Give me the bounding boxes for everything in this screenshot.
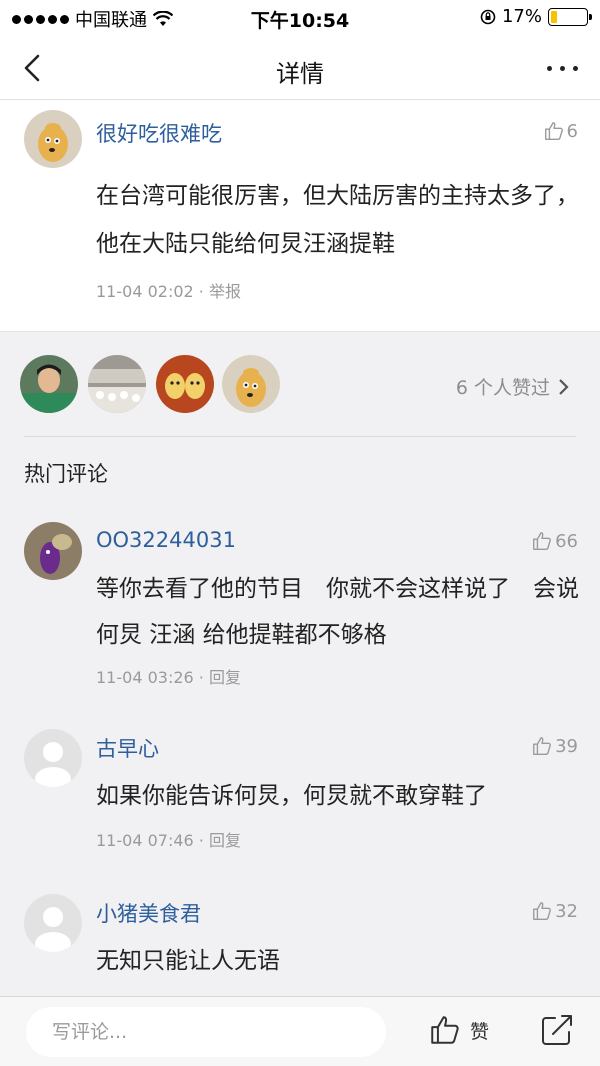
comment-meta: 11-04 02:02 · 举报 <box>96 278 241 302</box>
comment-text: 等你去看了他的节目 你就不会这样说了 会说何炅 汪涵 给他提鞋都不够格 <box>96 576 579 648</box>
share-icon[interactable] <box>540 1013 574 1047</box>
comment-meta: 11-04 03:26 · 回复 <box>96 664 241 688</box>
meta-separator: · <box>198 831 209 850</box>
like-count[interactable]: 39 <box>531 735 578 757</box>
comment-time: 11-04 07:46 <box>96 831 194 850</box>
reply-link[interactable]: 回复 <box>209 668 241 687</box>
thumbs-up-icon <box>533 902 551 920</box>
like-count[interactable]: 6 <box>543 120 578 142</box>
battery-icon <box>548 7 592 26</box>
comment-input[interactable]: 写评论... <box>26 1007 386 1057</box>
like-count-value: 6 <box>566 120 578 142</box>
nav-bar: 详情 <box>0 36 600 100</box>
likers-summary[interactable]: 6 个人赞过 <box>456 373 570 400</box>
page-title: 详情 <box>276 60 324 88</box>
reply-link[interactable]: 回复 <box>209 831 241 850</box>
avatar[interactable] <box>24 894 82 952</box>
comment-username[interactable]: 小猪美食君 <box>96 898 201 928</box>
like-button-label: 赞 <box>470 1020 490 1043</box>
thumbs-up-icon <box>533 737 551 755</box>
like-count-value: 32 <box>555 900 578 922</box>
thumbs-up-icon <box>533 532 551 550</box>
liker-avatar[interactable] <box>156 355 214 413</box>
battery-percent: 17% <box>501 6 542 27</box>
comment-username[interactable]: 古早心 <box>96 733 159 763</box>
bottom-bar: 写评论... 赞 <box>0 996 600 1066</box>
status-right: 17% <box>480 6 592 27</box>
hot-comment: 小猪美食君 32 无知只能让人无语 <box>0 892 600 996</box>
hot-comment: 古早心 39 如果你能告诉何炅，何炅就不敢穿鞋了 11-04 07:46 · 回… <box>0 727 600 867</box>
likers-summary-text: 6 个人赞过 <box>455 377 550 399</box>
avatar[interactable] <box>24 110 82 168</box>
comment-username[interactable]: 很好吃很难吃 <box>96 118 222 148</box>
comment-username[interactable]: OO32244031 <box>96 528 236 552</box>
thumbs-up-icon <box>544 122 563 140</box>
thumbs-up-icon <box>431 1016 459 1044</box>
liker-avatar[interactable] <box>20 355 78 413</box>
liker-avatar[interactable] <box>88 355 146 413</box>
like-button[interactable]: 赞 <box>428 1013 489 1047</box>
status-bar: 中国联通 下午10:54 17% <box>0 0 600 36</box>
more-icon[interactable] <box>547 66 578 71</box>
comment-text: 在台湾可能很厉害，但大陆厉害的主持太多了，他在大陆只能给何炅汪涵提鞋 <box>96 183 579 257</box>
meta-separator: · <box>198 282 209 301</box>
like-count[interactable]: 66 <box>531 530 578 552</box>
main-comment: 很好吃很难吃 6 在台湾可能很厉害，但大陆厉害的主持太多了，他在大陆只能给何炅汪… <box>0 100 600 332</box>
hot-comment: OO32244031 66 等你去看了他的节目 你就不会这样说了 会说何炅 汪涵… <box>0 520 600 700</box>
meta-separator: · <box>198 668 209 687</box>
like-count[interactable]: 32 <box>531 900 578 922</box>
divider <box>24 436 576 437</box>
comment-time: 11-04 03:26 <box>96 668 194 687</box>
comment-time: 11-04 02:02 <box>96 282 194 301</box>
section-title: 热门评论 <box>24 462 108 486</box>
avatar[interactable] <box>24 729 82 787</box>
avatar[interactable] <box>24 522 82 580</box>
comment-text: 无知只能让人无语 <box>96 948 280 974</box>
liker-avatar[interactable] <box>222 355 280 413</box>
like-count-value: 66 <box>555 530 578 552</box>
chevron-right-icon <box>559 378 569 395</box>
like-count-value: 39 <box>555 735 578 757</box>
report-link[interactable]: 举报 <box>209 282 241 301</box>
rotation-lock-icon <box>480 9 496 24</box>
likers-row[interactable]: 6 个人赞过 <box>0 333 600 437</box>
comment-meta: 11-04 07:46 · 回复 <box>96 827 241 851</box>
comment-text: 如果你能告诉何炅，何炅就不敢穿鞋了 <box>96 783 487 809</box>
